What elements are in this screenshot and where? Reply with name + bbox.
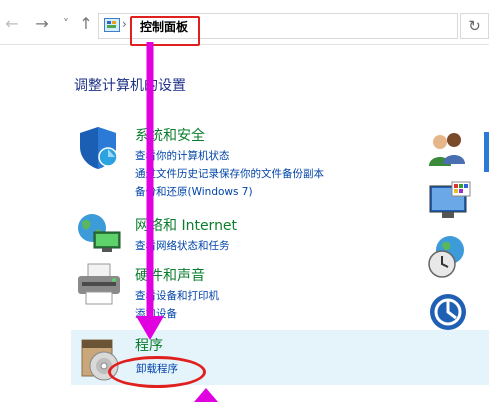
annotation-arrow-head <box>136 316 164 340</box>
annotation-arrow-bottom <box>194 388 218 402</box>
annotation-arrows <box>136 42 218 402</box>
